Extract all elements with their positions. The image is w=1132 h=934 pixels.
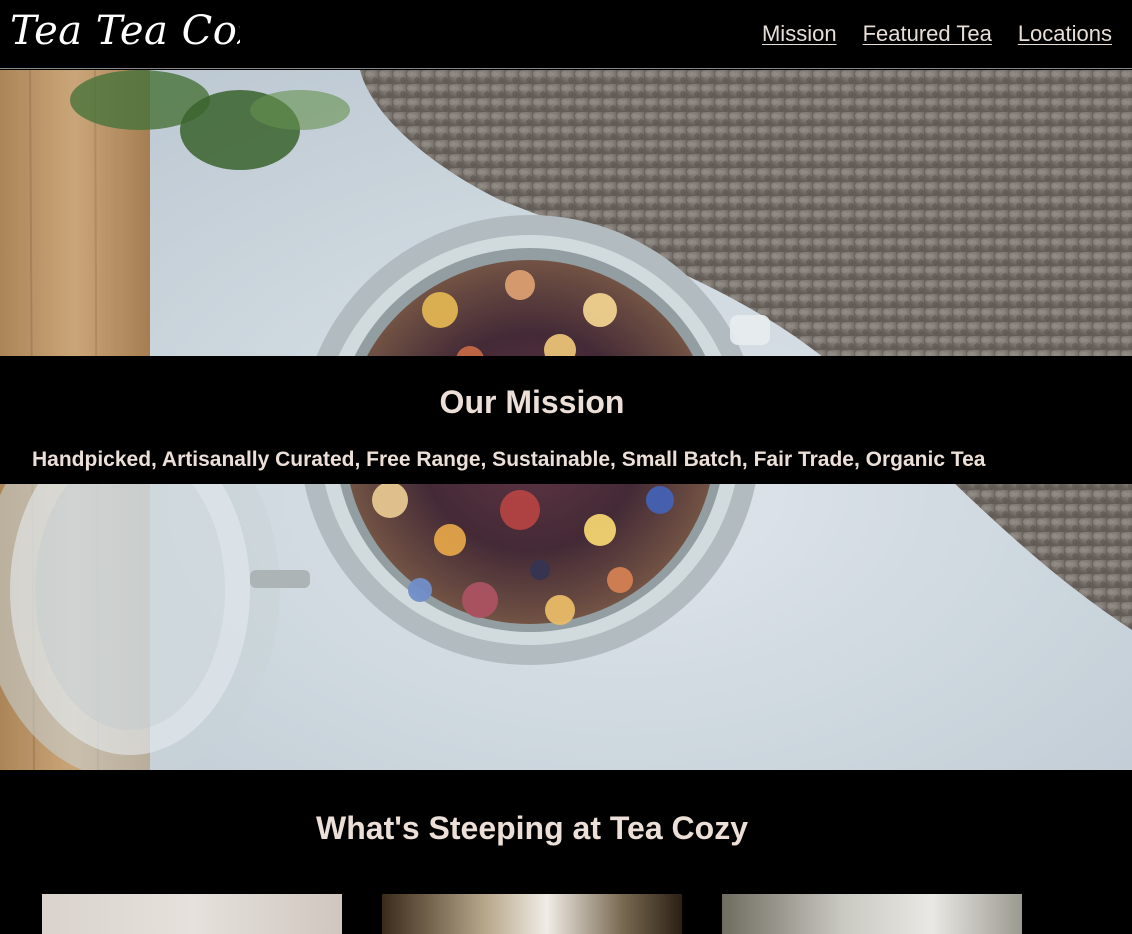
mission-title: Our Mission: [439, 384, 625, 420]
featured-tea-image: [382, 894, 682, 934]
site-header: Tea Tea Cozy Mission Featured Tea Locati…: [0, 0, 1132, 69]
nav-link-mission[interactable]: Mission: [762, 21, 837, 47]
featured-tea-image: [722, 894, 1022, 934]
featured-section: What's Steeping at Tea Cozy: [0, 770, 1132, 934]
main-nav: Mission Featured Tea Locations: [762, 21, 1112, 47]
nav-link-locations[interactable]: Locations: [1018, 21, 1112, 47]
site-logo[interactable]: Tea Tea Cozy: [8, 2, 240, 62]
logo-text: Tea Tea Cozy: [10, 8, 240, 54]
nav-link-featured-tea[interactable]: Featured Tea: [863, 21, 992, 47]
mission-banner: Our Mission Handpicked, Artisanally Cura…: [0, 356, 1132, 484]
mission-statement: Handpicked, Artisanally Curated, Free Ra…: [32, 448, 986, 471]
featured-title: What's Steeping at Tea Cozy: [316, 810, 748, 846]
featured-tea-image: [42, 894, 342, 934]
featured-thumbnails: [42, 894, 1022, 934]
hero-section: Our Mission Handpicked, Artisanally Cura…: [0, 70, 1132, 770]
